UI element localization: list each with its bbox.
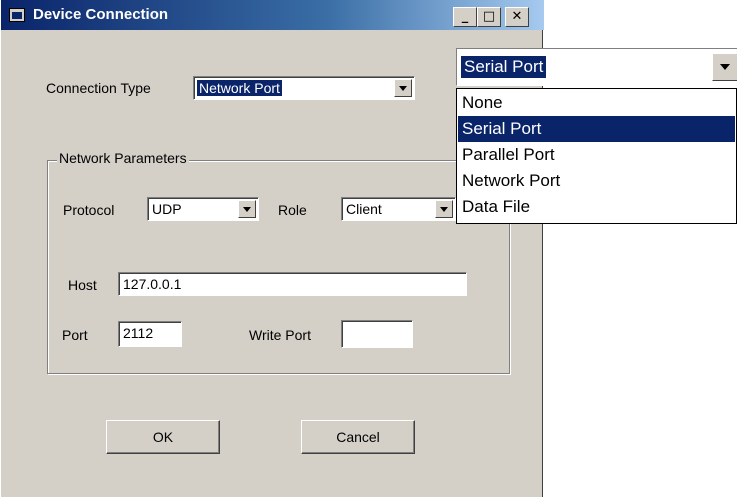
protocol-select[interactable]: UDP	[147, 197, 259, 221]
protocol-value: UDP	[152, 201, 182, 217]
dropdown-option-none[interactable]: None	[458, 90, 735, 116]
write-port-input[interactable]	[341, 320, 413, 348]
connection-type-select[interactable]: Network Port	[193, 76, 415, 100]
maximize-button[interactable]: □	[477, 7, 501, 27]
chevron-down-icon[interactable]	[394, 79, 412, 97]
role-label: Role	[278, 202, 307, 218]
role-value: Client	[346, 201, 382, 217]
write-port-label: Write Port	[249, 327, 311, 343]
host-input[interactable]: 127.0.0.1	[118, 272, 467, 296]
connection-type-label: Connection Type	[46, 80, 151, 96]
chevron-down-icon[interactable]	[712, 53, 737, 81]
dropdown-option-serial-port[interactable]: Serial Port	[458, 116, 735, 142]
chevron-down-icon[interactable]	[435, 200, 453, 218]
host-label: Host	[68, 277, 97, 293]
dropdown-option-network-port[interactable]: Network Port	[458, 168, 735, 194]
close-button[interactable]: ✕	[505, 7, 529, 27]
port-type-selected-value: Serial Port	[461, 56, 547, 78]
close-icon: ✕	[511, 9, 523, 24]
chevron-down-icon[interactable]	[238, 200, 256, 218]
minimize-icon: _	[461, 9, 469, 24]
window-app-icon	[9, 8, 25, 22]
ok-button[interactable]: OK	[106, 420, 220, 454]
connection-type-value: Network Port	[197, 80, 282, 96]
minimize-button[interactable]: _	[453, 7, 477, 27]
window-title: Device Connection	[33, 6, 169, 23]
protocol-label: Protocol	[63, 202, 115, 218]
maximize-icon: □	[482, 9, 496, 24]
title-bar[interactable]: Device Connection _ □ ✕	[1, 0, 544, 30]
dropdown-option-data-file[interactable]: Data File	[458, 194, 735, 220]
port-type-dropdown-list: None Serial Port Parallel Port Network P…	[456, 88, 737, 224]
port-input[interactable]: 2112	[118, 321, 182, 347]
port-type-dropdown[interactable]: Serial Port	[456, 48, 737, 86]
port-label: Port	[62, 327, 88, 343]
cancel-button[interactable]: Cancel	[301, 420, 415, 454]
network-parameters-title: Network Parameters	[57, 150, 189, 166]
role-select[interactable]: Client	[341, 197, 456, 221]
dropdown-option-parallel-port[interactable]: Parallel Port	[458, 142, 735, 168]
